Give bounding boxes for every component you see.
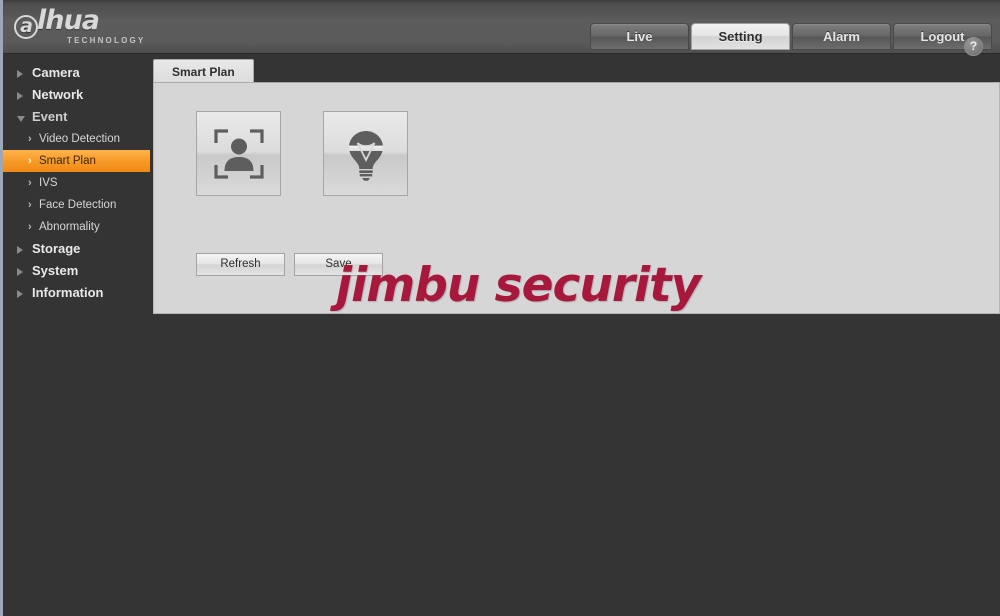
sidebar-item-label: IVS	[39, 177, 58, 189]
sidebar-navigation: Camera Network Event › Video Detection ›…	[3, 55, 150, 304]
chevron-right-icon: ›	[28, 177, 32, 189]
lightbulb-icon	[348, 130, 383, 181]
sidebar-group-information[interactable]: Information	[3, 282, 150, 304]
sidebar-item-abnormality[interactable]: › Abnormality	[3, 216, 150, 238]
sidebar-item-label: Smart Plan	[39, 155, 96, 167]
sidebar-item-face-detection[interactable]: › Face Detection	[3, 194, 150, 216]
sidebar-group-label: Camera	[32, 65, 80, 80]
sidebar-group-storage[interactable]: Storage	[3, 238, 150, 260]
refresh-button[interactable]: Refresh	[196, 253, 285, 276]
chevron-right-icon: ›	[28, 133, 32, 145]
ivs-plan-button[interactable]	[323, 111, 408, 196]
logo-wordmark: a lhua	[14, 6, 159, 39]
topnav-item-setting[interactable]: Setting	[691, 23, 790, 50]
chevron-right-icon	[17, 70, 23, 78]
sidebar-group-camera[interactable]: Camera	[3, 62, 150, 84]
chevron-right-icon: ›	[28, 199, 32, 211]
chevron-right-icon: ›	[28, 155, 32, 167]
sidebar-item-video-detection[interactable]: › Video Detection	[3, 128, 150, 150]
sidebar-group-label: Event	[32, 109, 68, 124]
dahua-logo: a lhua TECHNOLOGY	[14, 6, 159, 48]
logo-wordmark-text: lhua	[37, 5, 100, 36]
chevron-right-icon	[17, 92, 23, 100]
help-icon[interactable]: ?	[964, 37, 983, 56]
logo-subtitle: TECHNOLOGY	[67, 36, 146, 45]
smart-plan-options	[196, 111, 408, 196]
sidebar-group-label: Network	[32, 87, 84, 102]
sidebar-group-label: System	[32, 263, 79, 278]
top-navigation: Live Setting Alarm Logout	[590, 23, 992, 50]
person-in-frame-icon	[213, 128, 264, 179]
sidebar-item-label: Face Detection	[39, 199, 117, 211]
tab-smart-plan[interactable]: Smart Plan	[153, 59, 254, 83]
sidebar-item-smart-plan[interactable]: › Smart Plan	[3, 150, 150, 172]
topnav-item-live[interactable]: Live	[590, 23, 689, 50]
sidebar-item-label: Abnormality	[39, 221, 100, 233]
chevron-right-icon	[17, 290, 23, 298]
chevron-down-icon	[17, 116, 25, 122]
logo-ring-icon: a	[14, 15, 38, 39]
sidebar-item-ivs[interactable]: › IVS	[3, 172, 150, 194]
sidebar-item-label: Video Detection	[39, 133, 120, 145]
topnav-item-alarm[interactable]: Alarm	[792, 23, 891, 50]
sidebar-group-label: Information	[32, 285, 104, 300]
sidebar-group-label: Storage	[32, 241, 81, 256]
content-tabbar: Smart Plan	[153, 59, 1000, 83]
chevron-right-icon	[17, 246, 23, 254]
app-header: a lhua TECHNOLOGY Live Setting Alarm Logo…	[3, 0, 1000, 54]
sidebar-group-network[interactable]: Network	[3, 84, 150, 106]
sidebar-group-event[interactable]: Event	[3, 106, 150, 128]
sidebar-group-system[interactable]: System	[3, 260, 150, 282]
watermark-text: jimbu security	[336, 258, 701, 313]
face-detection-plan-button[interactable]	[196, 111, 281, 196]
chevron-right-icon: ›	[28, 221, 32, 233]
chevron-right-icon	[17, 268, 23, 276]
